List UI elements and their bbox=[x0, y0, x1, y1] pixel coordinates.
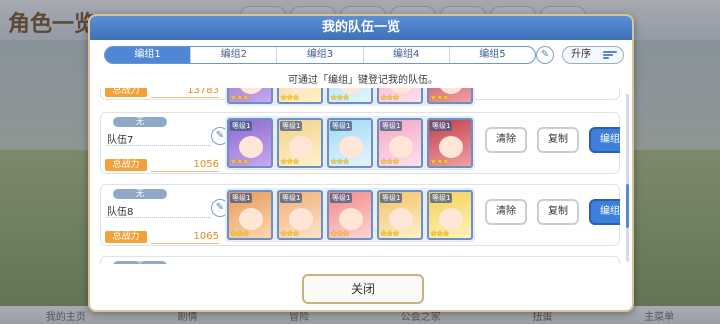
scrollbar-thumb[interactable] bbox=[626, 184, 629, 228]
team-list[interactable]: 总战力 13783 等级1★★★等级1★★★等级1★★★等级1★★★等级1★★★… bbox=[100, 88, 620, 264]
character-slot[interactable]: 等级1★★★ bbox=[377, 88, 423, 104]
character-level: 等级1 bbox=[330, 121, 353, 131]
total-power-label: 总战力 bbox=[105, 159, 147, 171]
character-slot[interactable]: 等级1★★★ bbox=[227, 88, 273, 104]
total-power-value: 1065 bbox=[151, 231, 219, 244]
character-level: 等级1 bbox=[280, 121, 303, 131]
character-slots: 等级1★★★等级1★★★等级1★★★等级1★★★等级1★★★ bbox=[225, 88, 475, 106]
character-portrait bbox=[339, 136, 363, 158]
pencil-icon: ✎ bbox=[215, 130, 225, 141]
character-slot[interactable]: 等级1 ★★★ bbox=[327, 190, 373, 240]
total-power-label: 总战力 bbox=[105, 88, 147, 97]
edit-group-name-button[interactable]: ✎ bbox=[536, 46, 554, 64]
character-level: 等级1 bbox=[430, 193, 453, 203]
character-slot[interactable]: 等级1 ★★★ bbox=[427, 118, 473, 168]
team-row: 无 bbox=[100, 256, 620, 264]
pencil-icon: ✎ bbox=[540, 49, 550, 60]
edit-team-button[interactable]: 编组 bbox=[589, 127, 620, 153]
character-portrait bbox=[239, 136, 263, 158]
character-portrait bbox=[289, 136, 313, 158]
character-level: 等级1 bbox=[230, 121, 253, 131]
total-power-value: 1056 bbox=[151, 159, 219, 172]
team-row: 无 队伍7 ✎ 总战力 1056 等级1 ★★★ 等级1 ★★★ 等级1 ★★★ 等级1 ★★… bbox=[100, 112, 620, 174]
character-slot[interactable]: 等级1 ★★★ bbox=[377, 118, 423, 168]
mode-badge: 无 bbox=[113, 261, 167, 264]
close-button[interactable]: 关闭 bbox=[302, 274, 424, 304]
tab-group-3[interactable]: 编组3 bbox=[277, 47, 364, 63]
team-name: 队伍8 bbox=[107, 207, 134, 218]
clear-button[interactable]: 清除 bbox=[485, 127, 527, 153]
tab-group-5[interactable]: 编组5 bbox=[450, 47, 535, 63]
character-level: 等级1 bbox=[380, 193, 403, 203]
character-level: 等级1 bbox=[330, 193, 353, 203]
character-portrait bbox=[389, 136, 413, 158]
tab-group-1[interactable]: 编组1 bbox=[105, 47, 192, 63]
hint-text: 可通过「编组」键登记我的队伍。 bbox=[288, 75, 438, 86]
character-level: 等级1 bbox=[380, 121, 403, 131]
character-slot[interactable]: 等级1 ★★★ bbox=[277, 118, 323, 168]
total-power-label: 总战力 bbox=[105, 231, 147, 243]
character-portrait bbox=[439, 136, 463, 158]
character-slots: 等级1 ★★★ 等级1 ★★★ 等级1 ★★★ 等级1 ★★★ 等级1 ★★★ bbox=[225, 116, 475, 170]
star-rating: ★★★ bbox=[330, 93, 349, 102]
character-slot[interactable]: 等级1 ★★★ bbox=[427, 190, 473, 240]
tab-group-2[interactable]: 编组2 bbox=[191, 47, 278, 63]
star-rating: ★★★ bbox=[430, 93, 449, 102]
character-slot[interactable]: 等级1★★★ bbox=[427, 88, 473, 104]
character-slots: 等级1 ★★★ 等级1 ★★★ 等级1 ★★★ 等级1 ★★★ 等级1 ★★★ bbox=[225, 188, 475, 242]
star-rating: ★★★ bbox=[280, 157, 299, 166]
star-rating: ★★★ bbox=[280, 229, 299, 238]
star-rating: ★★★ bbox=[380, 157, 399, 166]
star-rating: ★★★ bbox=[330, 157, 349, 166]
star-rating: ★★★ bbox=[280, 93, 299, 102]
character-slot[interactable]: 等级1 ★★★ bbox=[377, 190, 423, 240]
character-portrait bbox=[439, 208, 463, 230]
team-row: 总战力 13783 等级1★★★等级1★★★等级1★★★等级1★★★等级1★★★ bbox=[100, 88, 620, 106]
divider bbox=[107, 217, 211, 218]
copy-button[interactable]: 复制 bbox=[537, 199, 579, 225]
sort-icon bbox=[603, 51, 617, 60]
mode-badge: 无 bbox=[113, 189, 167, 199]
star-rating: ★★★ bbox=[380, 229, 399, 238]
group-tabs: 编组1 编组2 编组3 编组4 编组5 bbox=[104, 46, 536, 64]
pencil-icon: ✎ bbox=[215, 202, 225, 213]
star-rating: ★★★ bbox=[430, 229, 449, 238]
character-level: 等级1 bbox=[280, 193, 303, 203]
character-slot[interactable]: 等级1 ★★★ bbox=[277, 190, 323, 240]
total-power-value: 13783 bbox=[151, 88, 219, 98]
character-level: 等级1 bbox=[230, 193, 253, 203]
star-rating: ★★★ bbox=[430, 157, 449, 166]
team-list-dialog: 我的队伍一览 编组1 编组2 编组3 编组4 编组5 ✎ 升序 可通过「编组」键… bbox=[88, 14, 634, 312]
character-slot[interactable]: 等级1 ★★★ bbox=[327, 118, 373, 168]
star-rating: ★★★ bbox=[230, 157, 249, 166]
tab-group-4[interactable]: 编组4 bbox=[364, 47, 450, 63]
character-portrait bbox=[239, 208, 263, 230]
star-rating: ★★★ bbox=[230, 93, 249, 102]
star-rating: ★★★ bbox=[330, 229, 349, 238]
team-row: 无 队伍8 ✎ 总战力 1065 等级1 ★★★ 等级1 ★★★ 等级1 ★★★ 等级1 ★★… bbox=[100, 184, 620, 246]
team-name: 队伍7 bbox=[107, 135, 134, 146]
dialog-title: 我的队伍一览 bbox=[90, 16, 632, 40]
star-rating: ★★★ bbox=[230, 229, 249, 238]
mode-badge: 无 bbox=[113, 117, 167, 127]
character-level: 等级1 bbox=[430, 121, 453, 131]
sort-button[interactable]: 升序 bbox=[562, 46, 624, 64]
character-portrait bbox=[339, 208, 363, 230]
character-slot[interactable]: 等级1★★★ bbox=[327, 88, 373, 104]
character-slot[interactable]: 等级1 ★★★ bbox=[227, 118, 273, 168]
character-portrait bbox=[389, 208, 413, 230]
star-rating: ★★★ bbox=[380, 93, 399, 102]
character-portrait bbox=[289, 208, 313, 230]
divider bbox=[107, 145, 211, 146]
edit-team-button[interactable]: 编组 bbox=[589, 199, 620, 225]
sort-label: 升序 bbox=[571, 49, 591, 60]
copy-button[interactable]: 复制 bbox=[537, 127, 579, 153]
character-slot[interactable]: 等级1 ★★★ bbox=[227, 190, 273, 240]
clear-button[interactable]: 清除 bbox=[485, 199, 527, 225]
list-scrollbar[interactable] bbox=[626, 94, 629, 262]
character-slot[interactable]: 等级1★★★ bbox=[277, 88, 323, 104]
